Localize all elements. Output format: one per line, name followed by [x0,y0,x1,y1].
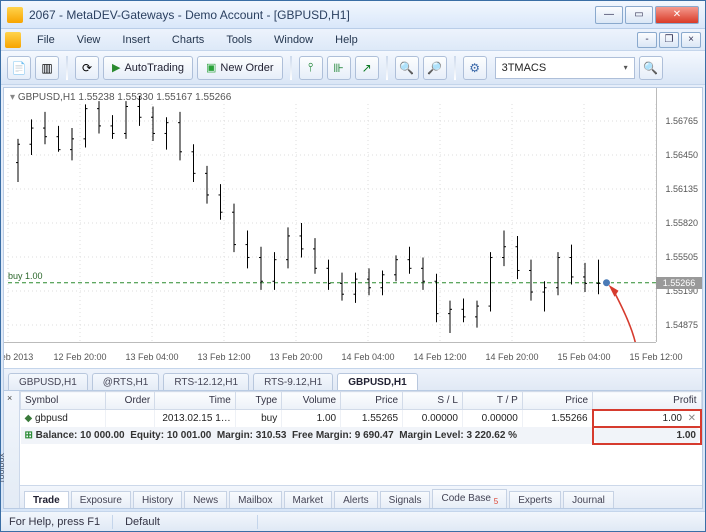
menubar: File View Insert Charts Tools Window Hel… [1,29,705,51]
maximize-button[interactable]: ▭ [625,6,653,24]
chart-line-button[interactable]: ↗ [355,56,379,80]
new-chart-button[interactable]: 📄 [7,56,31,80]
menu-app-icon[interactable] [5,32,21,48]
toolbox-tab-experts[interactable]: Experts [509,491,561,508]
status-profile: Default [125,516,245,528]
play-icon: ▶ [112,61,120,74]
app-icon [7,7,23,23]
col-volume[interactable]: Volume [282,392,341,410]
client-area: ▾ GBPUSD,H1 1.55238 1.55330 1.55167 1.55… [3,87,703,509]
toolbox-label: Toolbox [0,453,6,484]
trade-grid[interactable]: Symbol Order Time Type Volume Price S / … [20,391,702,486]
position-row[interactable]: ◆ gbpusd 2013.02.15 1… buy 1.00 1.55265 … [21,410,702,427]
toolbox-tab-bar: Trade Exposure History News Mailbox Mark… [20,486,702,508]
chart-tab[interactable]: RTS-9.12,H1 [253,373,333,390]
titlebar[interactable]: 2067 - MetaDEV-Gateways - Demo Account -… [1,1,705,29]
balance-expand-icon[interactable]: ⊞ [25,430,36,441]
col-symbol[interactable]: Symbol [21,392,106,410]
close-position-icon[interactable]: ✕ [688,413,696,424]
toolbox-tab-mailbox[interactable]: Mailbox [229,491,281,508]
symbol-icon: ◆ [25,413,35,424]
toolbox-sidebar: × Toolbox [4,391,20,508]
statusbar: For Help, press F1 Default [1,511,705,531]
menu-view[interactable]: View [67,32,111,48]
order-icon: ▣ [206,61,216,74]
toolbox-tab-codebase[interactable]: Code Base 5 [432,489,507,508]
col-tp[interactable]: T / P [462,392,522,410]
balance-row: ⊞ Balance: 10 000.00 Equity: 10 001.00 M… [21,427,702,444]
chevron-down-icon: ▾ [624,63,628,72]
minimize-button[interactable]: — [595,6,623,24]
mdi-close-button[interactable]: × [681,32,701,48]
zoom-in-button[interactable]: 🔍 [395,56,419,80]
toolbox-tab-market[interactable]: Market [284,491,333,508]
toolbox-tab-alerts[interactable]: Alerts [334,491,378,508]
mdi-restore-button[interactable]: ❐ [659,32,679,48]
col-type[interactable]: Type [235,392,281,410]
search-button[interactable]: 🔍 [639,56,663,80]
app-window: 2067 - MetaDEV-Gateways - Demo Account -… [0,0,706,532]
chart-candle-button[interactable]: ⊪ [327,56,351,80]
indicator-select[interactable]: 3TMACS▾ [495,57,635,79]
menu-tools[interactable]: Tools [216,32,262,48]
mdi-minimize-button[interactable]: - [637,32,657,48]
chart-tab-active[interactable]: GBPUSD,H1 [337,373,417,390]
toolbox-close-icon[interactable]: × [7,393,12,403]
toolbar: 📄 ▥ ⟳ ▶ AutoTrading ▣ New Order ⫯ ⊪ ↗ 🔍 … [1,51,705,85]
toolbox-tab-signals[interactable]: Signals [380,491,431,508]
market-watch-button[interactable]: ⟳ [75,56,99,80]
menu-file[interactable]: File [27,32,65,48]
x-axis: 12 Feb 201312 Feb 20:0013 Feb 04:0013 Fe… [4,342,656,368]
chart-tab[interactable]: GBPUSD,H1 [8,373,88,390]
chart-tab[interactable]: RTS-12.12,H1 [163,373,249,390]
close-button[interactable]: ✕ [655,6,699,24]
menu-window[interactable]: Window [264,32,323,48]
col-price2[interactable]: Price [522,392,592,410]
profiles-button[interactable]: ▥ [35,56,59,80]
chart-tab-bar: GBPUSD,H1 @RTS,H1 RTS-12.12,H1 RTS-9.12,… [4,368,702,390]
chart-area[interactable]: ▾ GBPUSD,H1 1.55238 1.55330 1.55167 1.55… [4,88,702,368]
chart-bar-button[interactable]: ⫯ [299,56,323,80]
col-time[interactable]: Time [155,392,236,410]
chart-tab[interactable]: @RTS,H1 [92,373,160,390]
toolbox-tab-journal[interactable]: Journal [563,491,614,508]
indicator-settings-icon[interactable]: ⚙ [463,56,487,80]
status-help: For Help, press F1 [9,516,100,528]
window-title: 2067 - MetaDEV-Gateways - Demo Account -… [29,8,350,22]
menu-charts[interactable]: Charts [162,32,214,48]
zoom-out-button[interactable]: 🔎 [423,56,447,80]
y-axis: 1.567651.564501.561351.558201.555051.551… [656,88,702,342]
toolbox-panel: × Toolbox Symbol Order Time [4,390,702,508]
menu-help[interactable]: Help [325,32,368,48]
buy-annotation: buy 1.00 [8,271,43,281]
toolbox-tab-history[interactable]: History [133,491,182,508]
new-order-button[interactable]: ▣ New Order [197,56,283,80]
col-sl[interactable]: S / L [403,392,463,410]
col-price[interactable]: Price [341,392,403,410]
toolbox-tab-exposure[interactable]: Exposure [71,491,131,508]
col-profit[interactable]: Profit [593,392,701,410]
toolbox-tab-trade[interactable]: Trade [24,491,69,508]
menu-insert[interactable]: Insert [112,32,160,48]
chart-svg [4,88,702,368]
col-order[interactable]: Order [105,392,155,410]
toolbox-tab-news[interactable]: News [184,491,227,508]
auto-trading-button[interactable]: ▶ AutoTrading [103,56,193,80]
